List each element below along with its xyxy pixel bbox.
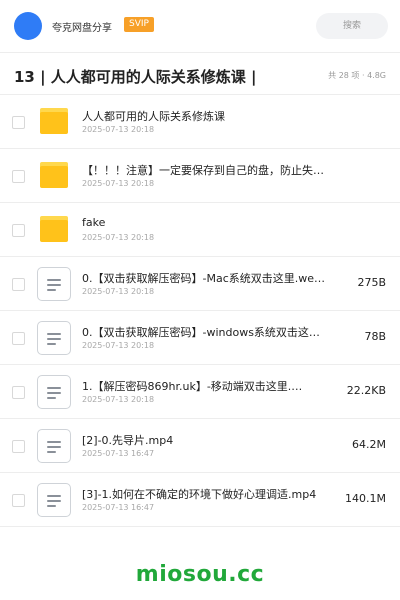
item-name: 人人都可用的人际关系修炼课 [82,110,225,123]
folder-icon [40,108,68,134]
svip-badge: SVIP [124,17,154,32]
document-icon [37,321,71,355]
select-checkbox[interactable] [12,494,25,507]
item-size: 275B [357,276,386,289]
list-item[interactable]: [2]-0.先导片.mp4 2025-07-13 16:47 64.2M [0,419,400,473]
list-item[interactable]: 【！！！注意】一定要保存到自己的盘，防止失效！！！ 2025-07-13 20:1… [0,149,400,203]
item-name: [3]-1.如何在不确定的环境下做好心理调适.mp4 [82,488,317,501]
item-date: 2025-07-13 16:47 [82,449,155,458]
item-date: 2025-07-13 20:18 [82,341,155,350]
select-checkbox[interactable] [12,224,25,237]
folder-icon [40,216,68,242]
document-icon [37,267,71,301]
item-date: 2025-07-13 20:18 [82,233,155,242]
item-date: 2025-07-13 16:47 [82,503,155,512]
item-name: [2]-0.先导片.mp4 [82,434,174,447]
select-checkbox[interactable] [12,170,25,183]
select-checkbox[interactable] [12,332,25,345]
item-size: 78B [364,330,386,343]
folder-summary: 共 28 项 · 4.8G [328,71,386,80]
list-item[interactable]: 人人都可用的人际关系修炼课 2025-07-13 20:18 [0,95,400,149]
list-item[interactable]: 0.【双击获取解压密码】-windows系统双击这… 2025-07-13 20:… [0,311,400,365]
header: 夸克网盘分享 SVIP 搜索 [0,0,400,52]
item-name: 0.【双击获取解压密码】-windows系统双击这… [82,326,320,339]
item-name: 0.【双击获取解压密码】-Mac系统双击这里.we… [82,272,326,285]
item-date: 2025-07-13 20:18 [82,179,155,188]
item-size: 22.2KB [346,384,386,397]
item-date: 2025-07-13 20:18 [82,125,155,134]
item-date: 2025-07-13 20:18 [82,395,155,404]
select-checkbox[interactable] [12,278,25,291]
list-item[interactable]: 1.【解压密码869hr.uk】-移动端双击这里.… 2025-07-13 20:… [0,365,400,419]
document-icon [37,375,71,409]
brand-label: 夸克网盘分享 [52,23,112,34]
list-item[interactable]: [3]-1.如何在不确定的环境下做好心理调适.mp4 2025-07-13 16:… [0,473,400,527]
folder-header: 13 | 人人都可用的人际关系修炼课 | 共 28 项 · 4.8G [0,58,400,94]
list-item[interactable]: 0.【双击获取解压密码】-Mac系统双击这里.we… 2025-07-13 20:… [0,257,400,311]
select-checkbox[interactable] [12,116,25,129]
page-title: 13 | 人人都可用的人际关系修炼课 | [14,68,257,86]
item-size: 64.2M [352,438,386,451]
select-checkbox[interactable] [12,440,25,453]
document-icon [37,483,71,517]
avatar[interactable] [14,12,42,40]
item-name: fake [82,216,106,229]
item-size: 140.1M [345,492,386,505]
item-date: 2025-07-13 20:18 [82,287,155,296]
search-input[interactable]: 搜索 [316,13,388,39]
watermark-logo: miosou.cc [135,562,265,587]
item-name: 1.【解压密码869hr.uk】-移动端双击这里.… [82,380,303,393]
header-divider [0,52,400,53]
list-item[interactable]: fake 2025-07-13 20:18 [0,203,400,257]
item-name: 【！！！注意】一定要保存到自己的盘，防止失效！！！ [82,164,326,177]
folder-icon [40,162,68,188]
document-icon [37,429,71,463]
select-checkbox[interactable] [12,386,25,399]
